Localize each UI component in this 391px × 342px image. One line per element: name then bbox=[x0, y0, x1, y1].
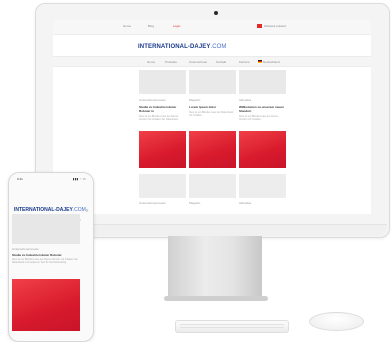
desktop-logo[interactable]: INTERNATIONAL-DAJEY.COM bbox=[138, 44, 227, 50]
nav-item[interactable]: Kontakt bbox=[216, 60, 226, 64]
card-image bbox=[189, 70, 236, 94]
card-image bbox=[239, 70, 286, 94]
nav-item[interactable]: Produkte bbox=[165, 60, 177, 64]
article-card[interactable]: Aktuelles bbox=[239, 174, 286, 205]
phone-card-text: Dies ist ein Blindtext aus der Demo-Vers… bbox=[12, 258, 79, 265]
keyboard bbox=[175, 320, 289, 333]
card-image bbox=[239, 174, 286, 198]
phone-card-image[interactable] bbox=[12, 214, 80, 244]
stand-shadow bbox=[164, 296, 268, 301]
utility-link-login[interactable]: Login bbox=[173, 24, 180, 28]
card-category: Unternehmensnews bbox=[139, 98, 166, 102]
status-icons: ▮▮▮ ◔ ▭ bbox=[72, 177, 86, 181]
nav-item[interactable]: Home bbox=[147, 60, 155, 64]
article-card[interactable]: Magazin Lorem Ipsum dolor Dies ist ein B… bbox=[189, 70, 236, 117]
card-title[interactable]: Lorem Ipsum dolor bbox=[189, 105, 236, 109]
card-red-image[interactable] bbox=[189, 131, 236, 168]
phone-card-title[interactable]: Studie zu Industrieroboter Roboter bbox=[12, 253, 62, 257]
card-category: Magazin bbox=[189, 201, 201, 205]
imac-stand bbox=[168, 236, 262, 298]
menu-icon[interactable]: ≡ bbox=[86, 208, 88, 213]
flag-icon bbox=[257, 24, 262, 28]
card-category: Magazin bbox=[189, 98, 201, 102]
nav-item[interactable]: Unternehmen bbox=[189, 60, 207, 64]
article-card[interactable]: Aktuelles Willkommen zu unserem neuen St… bbox=[239, 70, 286, 121]
phone-card-red-image[interactable] bbox=[12, 279, 80, 331]
card-text: Dies ist ein Blindtext aus der Demo- Ver… bbox=[239, 115, 279, 121]
card-title[interactable]: Studie zu Industrieroboter Roboter in bbox=[139, 105, 186, 113]
card-image bbox=[139, 174, 186, 198]
phone-status-bar: 9:41 ▮▮▮ ◔ ▭ bbox=[9, 173, 93, 183]
card-text: Dies ist ein Blindtext aus der Datenbank… bbox=[189, 111, 234, 117]
card-text: Dies ist ein Blindtext aus der Demo- Ver… bbox=[139, 115, 179, 121]
card-title[interactable]: Willkommen zu unserem neuen Standort bbox=[239, 105, 286, 113]
utility-link-blog[interactable]: Blog bbox=[148, 24, 154, 28]
article-card[interactable]: Unternehmensnews Studie zu Industrierobo… bbox=[139, 70, 186, 121]
key-row bbox=[180, 327, 284, 328]
card-category: Aktuelles bbox=[239, 98, 252, 102]
flag-icon bbox=[258, 60, 262, 63]
card-image bbox=[139, 70, 186, 94]
utility-link-home[interactable]: Home bbox=[123, 24, 131, 28]
desktop-utility-bar: Home Blog Login Weltweit präsent bbox=[53, 20, 371, 35]
camera-icon bbox=[214, 11, 218, 15]
key-row bbox=[180, 324, 284, 325]
article-card[interactable]: Magazin bbox=[189, 174, 236, 205]
desktop-nav: Home Produkte Unternehmen Kontakt Karrie… bbox=[53, 56, 371, 67]
phone-logo[interactable]: INTERNATIONAL-DAJEY.COM bbox=[14, 207, 86, 213]
status-time: 9:41 bbox=[17, 177, 23, 181]
card-image bbox=[189, 174, 236, 198]
nav-item[interactable]: Deutschland bbox=[263, 60, 280, 64]
mouse bbox=[309, 312, 364, 331]
article-card[interactable]: Unternehmensnews bbox=[139, 174, 186, 205]
card-red-image[interactable] bbox=[139, 131, 186, 168]
nav-item[interactable]: Karriere bbox=[239, 60, 250, 64]
card-category: Unternehmensnews bbox=[139, 201, 166, 205]
phone-card-category: Unternehmensnews bbox=[12, 247, 39, 251]
card-category: Aktuelles bbox=[239, 201, 252, 205]
card-red-image[interactable] bbox=[239, 131, 286, 168]
utility-link-worldwide[interactable]: Weltweit präsent bbox=[264, 24, 286, 28]
